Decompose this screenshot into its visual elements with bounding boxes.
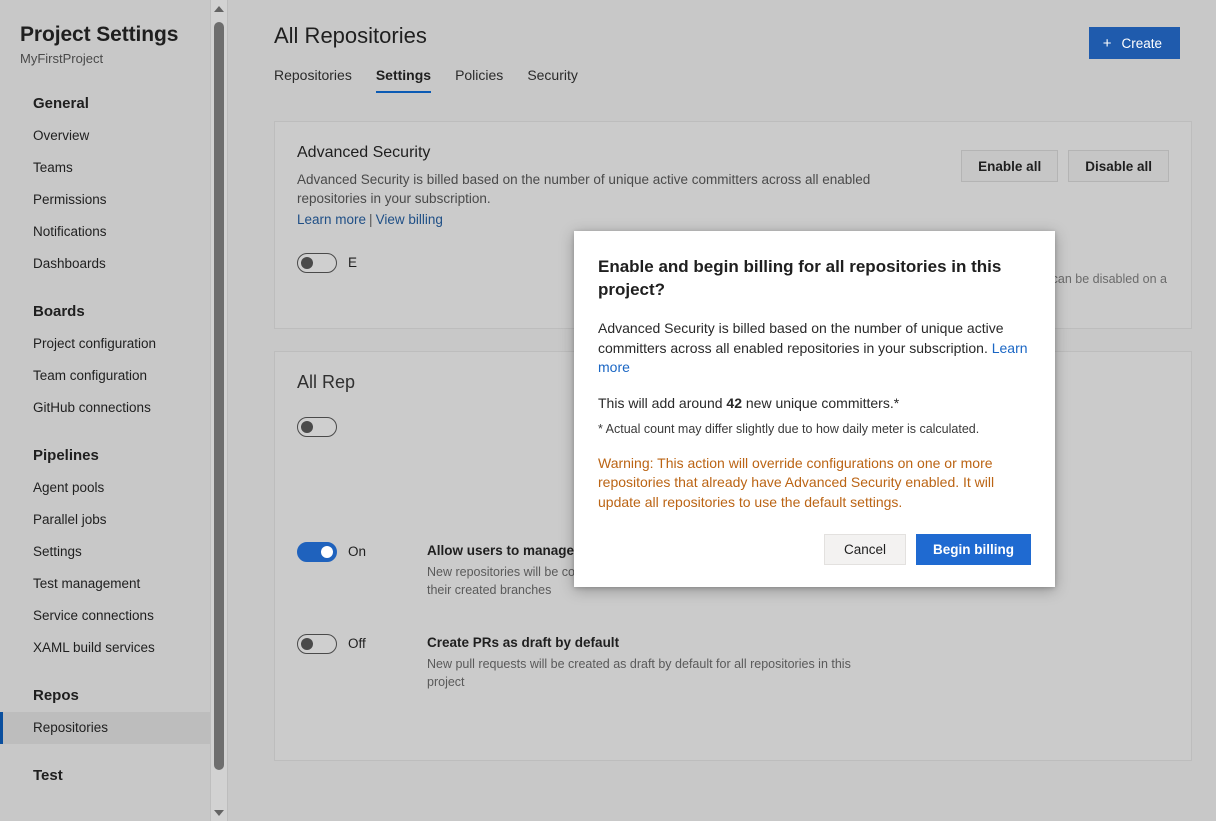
sidebar-item-repositories[interactable]: Repositories xyxy=(0,712,227,744)
advanced-security-links: Learn more|View billing xyxy=(297,210,1169,230)
dialog-body: Advanced Security is billed based on the… xyxy=(598,319,1031,378)
create-button-label: Create xyxy=(1121,36,1162,51)
tab-security[interactable]: Security xyxy=(527,66,578,93)
sidebar: Project Settings MyFirstProject General … xyxy=(0,0,227,821)
sidebar-group-test: Test xyxy=(0,766,227,786)
scroll-down-arrow-icon[interactable] xyxy=(211,804,227,821)
learn-more-link[interactable]: Learn more xyxy=(297,212,366,227)
main-content: All Repositories Repositories Settings P… xyxy=(228,0,1216,821)
sidebar-item-xaml-build-services[interactable]: XAML build services xyxy=(0,632,227,664)
sidebar-group-boards: Boards xyxy=(0,302,227,322)
plus-icon: + xyxy=(1103,36,1112,51)
sidebar-item-agent-pools[interactable]: Agent pools xyxy=(0,472,227,504)
dialog-count-value: 42 xyxy=(726,395,742,411)
scroll-up-arrow-icon[interactable] xyxy=(211,0,227,17)
advanced-security-description: Advanced Security is billed based on the… xyxy=(297,170,897,208)
sidebar-group-pipelines: Pipelines xyxy=(0,446,227,466)
tab-settings[interactable]: Settings xyxy=(376,66,431,93)
sidebar-group-general: General xyxy=(0,94,227,114)
dialog-count-prefix: This will add around xyxy=(598,395,726,411)
repo-toggle-1[interactable] xyxy=(297,417,337,437)
app-root: Project Settings MyFirstProject General … xyxy=(0,0,1216,821)
tab-policies[interactable]: Policies xyxy=(455,66,503,93)
advanced-security-actions: Enable all Disable all xyxy=(961,150,1169,182)
dialog-body-text: Advanced Security is billed based on the… xyxy=(598,320,1003,356)
repo-toggle-wrap-2: On xyxy=(297,541,427,562)
sidebar-item-github-connections[interactable]: GitHub connections xyxy=(0,392,227,424)
repo-toggle-row-3: Off Create PRs as draft by default New p… xyxy=(275,633,1191,691)
repo-toggle-3-text: Create PRs as draft by default New pull … xyxy=(427,633,857,691)
sidebar-item-settings[interactable]: Settings xyxy=(0,536,227,568)
create-button[interactable]: + Create xyxy=(1089,27,1180,59)
advanced-security-toggle-state: E xyxy=(348,253,357,273)
tab-bar: Repositories Settings Policies Security xyxy=(274,66,1216,93)
link-separator: | xyxy=(369,212,373,227)
page-header: All Repositories Repositories Settings P… xyxy=(228,0,1216,93)
sidebar-project-name: MyFirstProject xyxy=(0,48,227,68)
disable-all-button[interactable]: Disable all xyxy=(1068,150,1169,182)
sidebar-item-service-connections[interactable]: Service connections xyxy=(0,600,227,632)
sidebar-item-parallel-jobs[interactable]: Parallel jobs xyxy=(0,504,227,536)
sidebar-item-project-configuration[interactable]: Project configuration xyxy=(0,328,227,360)
repo-toggle-draft-prs[interactable] xyxy=(297,634,337,654)
sidebar-group-repos: Repos xyxy=(0,686,227,706)
dialog-committer-count: This will add around 42 new unique commi… xyxy=(598,394,1031,413)
advanced-security-toggle[interactable] xyxy=(297,253,337,273)
enable-all-button[interactable]: Enable all xyxy=(961,150,1058,182)
sidebar-item-overview[interactable]: Overview xyxy=(0,120,227,152)
repo-toggle-manage-permissions[interactable] xyxy=(297,542,337,562)
advanced-security-toggle-wrap: E xyxy=(297,252,427,273)
repo-toggle-2-state: On xyxy=(348,542,366,562)
page-title: All Repositories xyxy=(274,22,1216,50)
dialog-title: Enable and begin billing for all reposit… xyxy=(598,255,1031,301)
scrollbar-thumb[interactable] xyxy=(214,22,224,770)
dialog-footnote: * Actual count may differ slightly due t… xyxy=(598,421,1031,438)
dialog-count-suffix: new unique committers.* xyxy=(742,395,899,411)
dialog-warning: Warning: This action will override confi… xyxy=(598,454,1031,513)
sidebar-item-dashboards[interactable]: Dashboards xyxy=(0,248,227,280)
repo-toggle-wrap-1 xyxy=(297,416,427,437)
tab-repositories[interactable]: Repositories xyxy=(274,66,352,93)
sidebar-item-permissions[interactable]: Permissions xyxy=(0,184,227,216)
sidebar-title: Project Settings xyxy=(0,22,227,48)
repo-toggle-3-state: Off xyxy=(348,634,366,654)
sidebar-item-notifications[interactable]: Notifications xyxy=(0,216,227,248)
view-billing-link[interactable]: View billing xyxy=(376,212,443,227)
begin-billing-button[interactable]: Begin billing xyxy=(916,534,1031,565)
begin-billing-dialog: Enable and begin billing for all reposit… xyxy=(574,231,1055,587)
sidebar-content: Project Settings MyFirstProject General … xyxy=(0,0,227,786)
repo-toggle-3-subtitle: New pull requests will be created as dra… xyxy=(427,655,857,691)
dialog-actions: Cancel Begin billing xyxy=(598,534,1031,565)
sidebar-item-team-configuration[interactable]: Team configuration xyxy=(0,360,227,392)
repo-toggle-3-title: Create PRs as draft by default xyxy=(427,633,857,652)
sidebar-item-test-management[interactable]: Test management xyxy=(0,568,227,600)
sidebar-item-teams[interactable]: Teams xyxy=(0,152,227,184)
sidebar-scrollbar[interactable] xyxy=(210,0,227,821)
cancel-button[interactable]: Cancel xyxy=(824,534,906,565)
repo-toggle-wrap-3: Off xyxy=(297,633,427,654)
